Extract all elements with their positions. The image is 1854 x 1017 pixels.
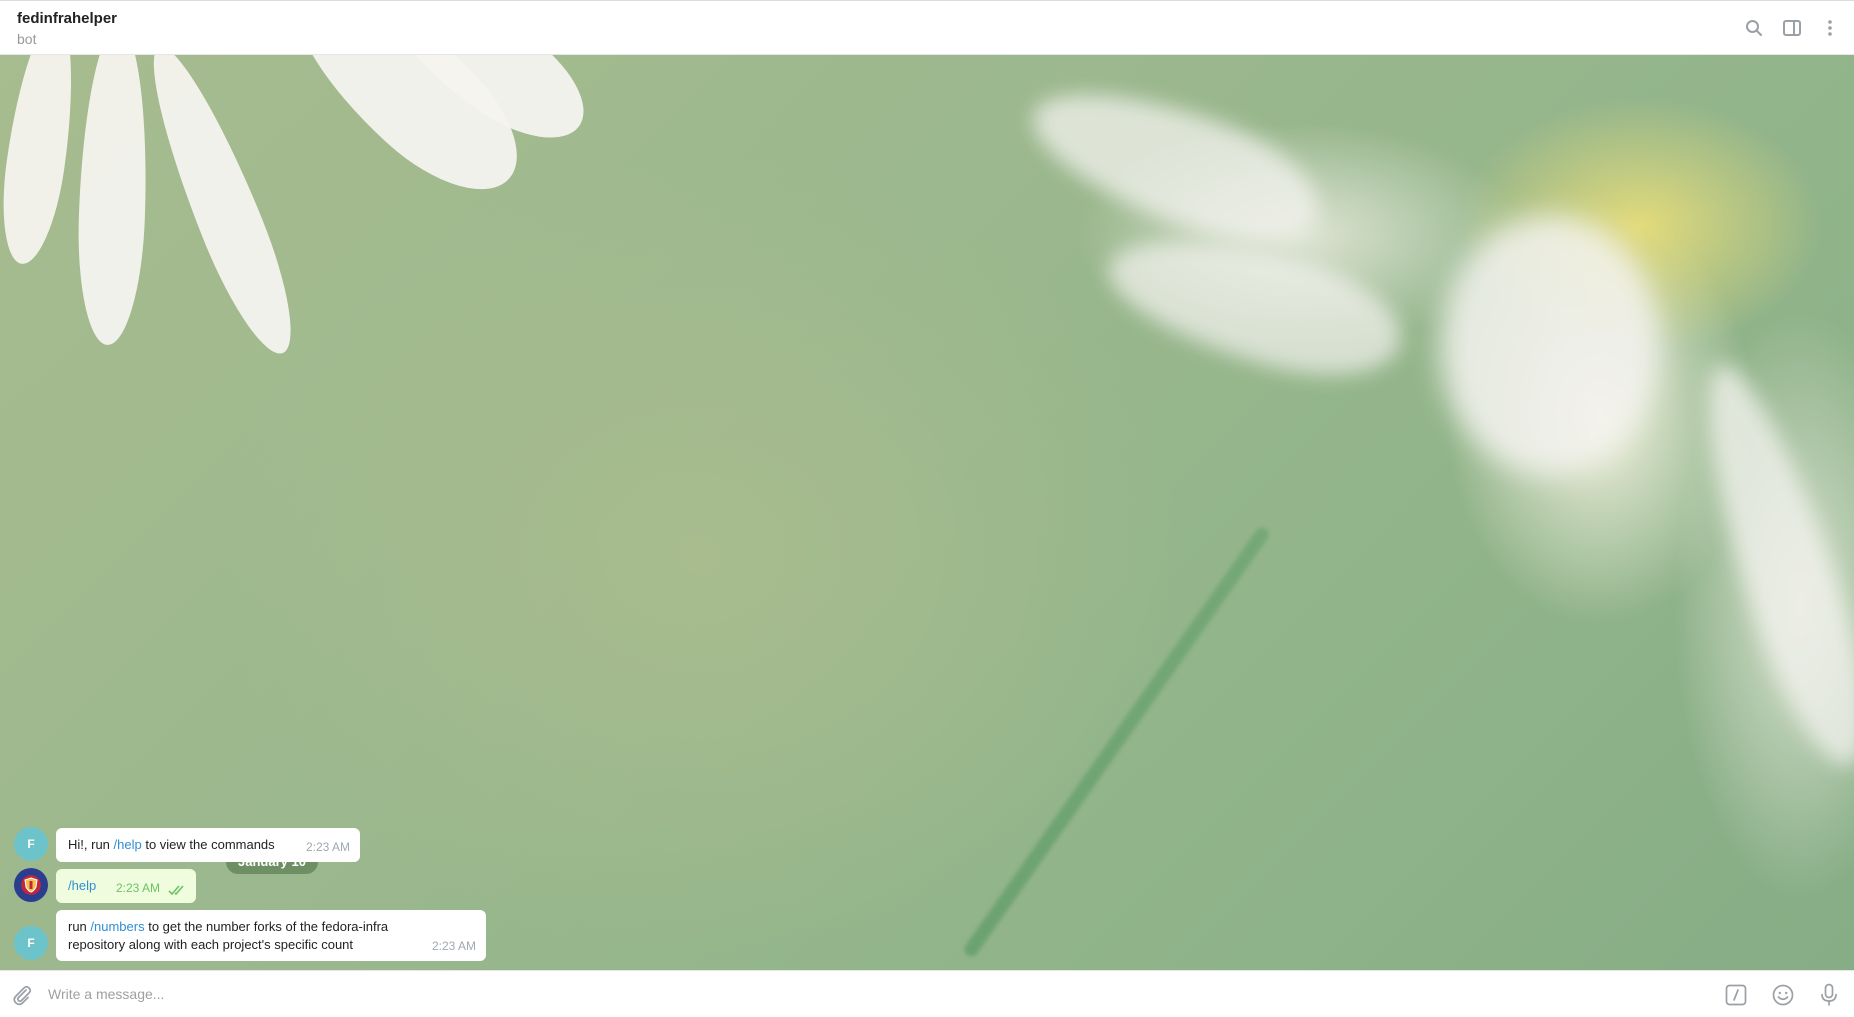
sidebar-toggle-icon[interactable] <box>1780 16 1804 40</box>
club-crest-icon <box>24 877 38 893</box>
message-text: to view the commands <box>141 837 275 852</box>
avatar-letter: F <box>27 837 35 851</box>
message-text: to get the number forks of the fedora-in… <box>144 919 389 934</box>
read-ticks-icon <box>168 885 184 896</box>
bot-commands-icon[interactable] <box>1723 982 1749 1008</box>
chat-history[interactable]: January 10 F Hi!, run /help to view the … <box>0 55 1854 970</box>
command-link[interactable]: /help <box>114 837 142 852</box>
avatar[interactable] <box>14 868 48 902</box>
chat-title[interactable]: fedinfrahelper <box>17 10 117 27</box>
avatar[interactable]: F <box>14 926 48 960</box>
message-text: Hi!, run <box>68 837 114 852</box>
message-composer <box>0 970 1854 1017</box>
command-link[interactable]: /numbers <box>90 919 144 934</box>
command-link[interactable]: /help <box>68 878 96 893</box>
more-vertical-icon[interactable] <box>1818 16 1842 40</box>
message-time: 2:23 AM <box>431 939 476 953</box>
message-time: 2:23 AM <box>305 840 350 854</box>
emoji-icon[interactable] <box>1770 982 1796 1008</box>
message-time: 2:23 AM <box>115 881 160 895</box>
chat-header: fedinfrahelper bot <box>0 0 1854 55</box>
chat-subtitle: bot <box>17 31 37 47</box>
search-icon[interactable] <box>1742 16 1766 40</box>
message-bubble[interactable]: run /numbers to get the number forks of … <box>56 910 486 961</box>
message-text: repository along with each project's spe… <box>68 937 354 952</box>
microphone-icon[interactable] <box>1816 982 1842 1008</box>
attach-icon[interactable] <box>9 982 35 1008</box>
avatar[interactable]: F <box>14 827 48 861</box>
message-input[interactable] <box>48 981 1698 1007</box>
message-text: run <box>68 919 91 934</box>
message-bubble[interactable]: Hi!, run /help to view the commands 2:23… <box>56 828 360 862</box>
avatar-letter: F <box>27 936 35 950</box>
message-bubble-outgoing[interactable]: /help 2:23 AM <box>56 869 196 903</box>
